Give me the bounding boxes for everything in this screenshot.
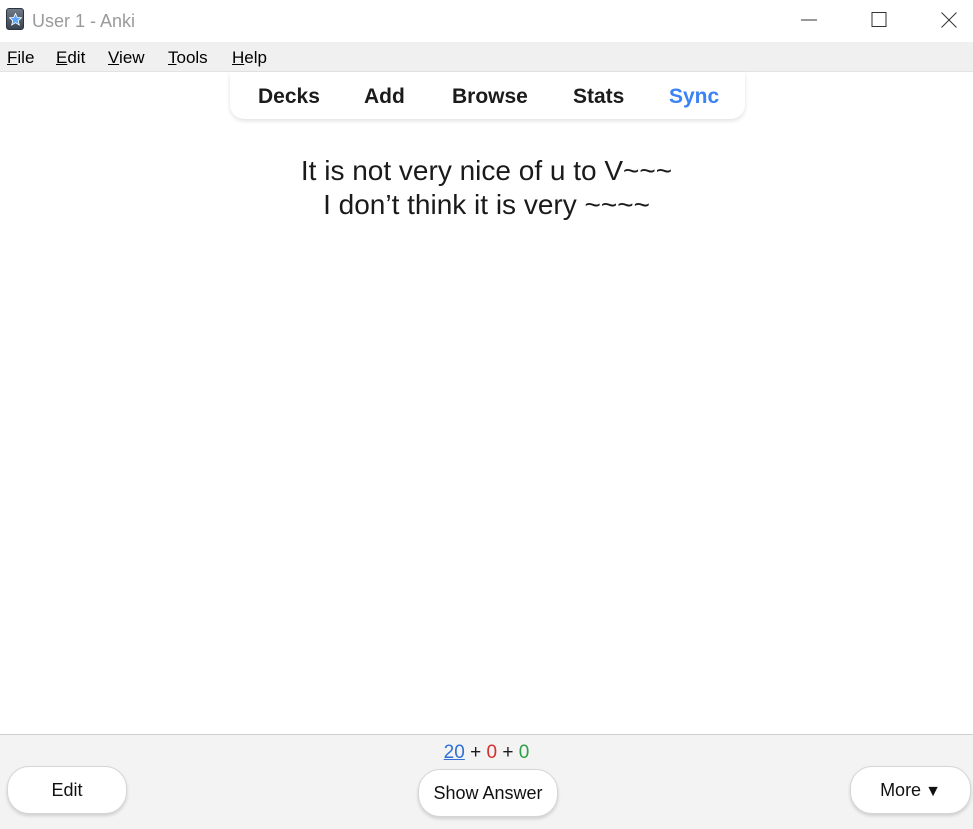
title-bar[interactable]: User 1 - Anki [0,0,973,42]
count-separator: + [470,742,482,763]
menu-view[interactable]: View [108,48,145,68]
minimize-icon [801,19,817,21]
toolbar-sync-link[interactable]: Sync [669,85,719,109]
due-counts: 20 + 0 + 0 [0,742,973,764]
card-line-2: I don’t think it is very ~~~~ [323,189,650,220]
edit-button[interactable]: Edit [7,766,127,814]
minimize-button[interactable] [786,0,832,40]
card-question: It is not very nice of u to V~~~ I don’t… [0,154,973,222]
close-button[interactable] [926,0,972,40]
toolbar-browse-link[interactable]: Browse [452,85,528,109]
menu-help[interactable]: Help [232,48,267,68]
card-line-1: It is not very nice of u to V~~~ [300,155,673,186]
count-separator: + [502,742,514,763]
toolbar-stats-link[interactable]: Stats [573,85,624,109]
review-count: 0 [518,742,530,763]
anki-window: User 1 - Anki File Edit View Tools Help … [0,0,973,829]
maximize-icon [871,12,887,27]
menu-bar: File Edit View Tools Help [0,42,973,72]
top-toolbar: Decks Add Browse Stats Sync [230,72,745,119]
triangle-down-icon: ▼ [925,783,941,800]
window-title: User 1 - Anki [32,11,136,31]
show-answer-button[interactable]: Show Answer [418,769,558,817]
toolbar-decks-link[interactable]: Decks [258,85,320,109]
show-answer-label: Show Answer [433,783,543,803]
learn-count: 0 [486,742,498,763]
new-count[interactable]: 20 [444,742,465,763]
more-button-label: More [880,780,922,800]
close-icon [941,12,957,28]
anki-star-icon[interactable] [6,8,24,30]
menu-file[interactable]: File [7,48,34,68]
bottom-bar: 20 + 0 + 0 Edit Show Answer More ▼ [0,734,973,829]
menu-edit[interactable]: Edit [56,48,85,68]
menu-tools[interactable]: Tools [168,48,208,68]
more-button[interactable]: More ▼ [850,766,971,814]
maximize-button[interactable] [856,0,902,40]
toolbar-add-link[interactable]: Add [364,85,405,109]
edit-button-label: Edit [51,780,83,800]
